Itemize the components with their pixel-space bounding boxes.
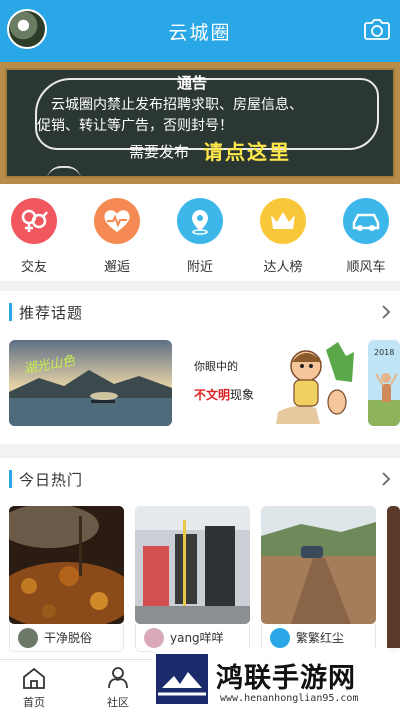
feature-label: 附近 [186,260,213,275]
user-avatar [18,627,38,648]
section-accent-bar [9,303,12,321]
notice-banner[interactable]: 通告 云城圈内禁止发布招聘求职、房屋信息、 促销、转让等广告，否则封号！ 需要发… [0,62,400,184]
chalkboard: 通告 云城圈内禁止发布招聘求职、房屋信息、 促销、转让等广告，否则封号！ 需要发… [5,68,395,178]
post-username: 繁繁红尘 [296,631,345,645]
home-icon [23,667,45,689]
topic-overlay-text: 2018 [374,348,395,357]
feature-grid: 交友 邂逅 附近 达人榜 顺风车 [0,184,400,281]
location-icon [177,198,223,244]
hot-post-1-caption[interactable]: 干净脱俗 [9,624,124,652]
feature-dating[interactable]: 交友 [4,198,64,275]
crown-icon [260,198,306,244]
community-icon [108,667,128,689]
hot-post-1-image[interactable] [9,506,124,624]
feature-label: 交友 [20,260,47,275]
page-title: 云城圈 [168,21,232,44]
section-title: 推荐话题 [19,303,84,322]
notice-line-2: 促销、转让等广告，否则封号！ [37,118,233,134]
watermark-text: 鸿联手游网 [216,663,356,694]
feature-ranking[interactable]: 达人榜 [253,198,313,275]
notice-heading: 通告 [177,74,208,92]
post-username: 干净脱俗 [44,631,93,645]
feature-label: 达人榜 [263,260,303,275]
watermark-logo [156,654,208,704]
recommended-topics-section: 推荐话题 湖光山色 你眼中的 不文明现象 2018 [0,291,400,444]
user-avatar [144,627,164,648]
feature-label: 顺风车 [346,260,386,275]
autumn-leaves-photo [9,506,124,624]
camera-icon[interactable] [364,18,390,40]
notice-link[interactable]: 请点这里 [203,136,291,165]
chevron-right-icon[interactable] [381,304,391,320]
topic-text-b: 不文明 [194,388,231,402]
feature-carpool[interactable]: 顺风车 [336,198,396,275]
tab-community[interactable]: 社区 [88,666,148,710]
topic-card-uncivil[interactable]: 你眼中的 不文明现象 [180,340,360,426]
topic-card-2018[interactable]: 2018 [368,340,400,426]
chalk-sun-doodle [47,166,81,176]
bus-interior-photo [135,506,250,624]
muddy-road-photo [261,506,376,624]
tab-home[interactable]: 首页 [4,666,64,710]
post-username: yang咩咩 [170,631,224,645]
feature-label: 邂逅 [103,260,130,275]
user-avatar [270,627,290,648]
notice-line-3: 需要发布 [129,143,190,161]
feature-nearby[interactable]: 附近 [170,198,230,275]
hot-post-2-image[interactable] [135,506,250,624]
topic-text-c: 现象 [230,388,255,402]
top-bar: 云城圈 [0,0,400,62]
watermark-url: www.henanhonglian95.com [220,693,359,704]
tab-label: 社区 [107,696,129,709]
user-avatar[interactable] [7,9,47,49]
today-hot-section: 今日热门 干净脱俗 yang咩咩 繁繁红尘 [0,458,400,659]
heartbeat-icon [94,198,140,244]
section-accent-bar [9,470,12,488]
site-watermark: 鸿联手游网 www.henanhonglian95.com [152,648,400,711]
tab-label: 首页 [23,696,45,709]
chevron-right-icon[interactable] [381,471,391,487]
gender-icon [11,198,57,244]
car-icon [343,198,389,244]
hot-post-3-image[interactable] [261,506,376,624]
lake-photo [9,340,172,426]
topic-text-a: 你眼中的 [194,360,238,373]
section-title: 今日热门 [19,470,84,489]
section-header[interactable]: 推荐话题 [0,291,400,333]
section-header[interactable]: 今日热门 [0,458,400,500]
topic-text-line: 不文明现象 [194,386,254,403]
topic-card-lake[interactable]: 湖光山色 [9,340,172,426]
hot-post-4-image[interactable] [387,506,400,652]
cartoon-illustration [276,342,354,424]
feature-encounter[interactable]: 邂逅 [87,198,147,275]
notice-line-1: 云城圈内禁止发布招聘求职、房屋信息、 [51,97,303,113]
